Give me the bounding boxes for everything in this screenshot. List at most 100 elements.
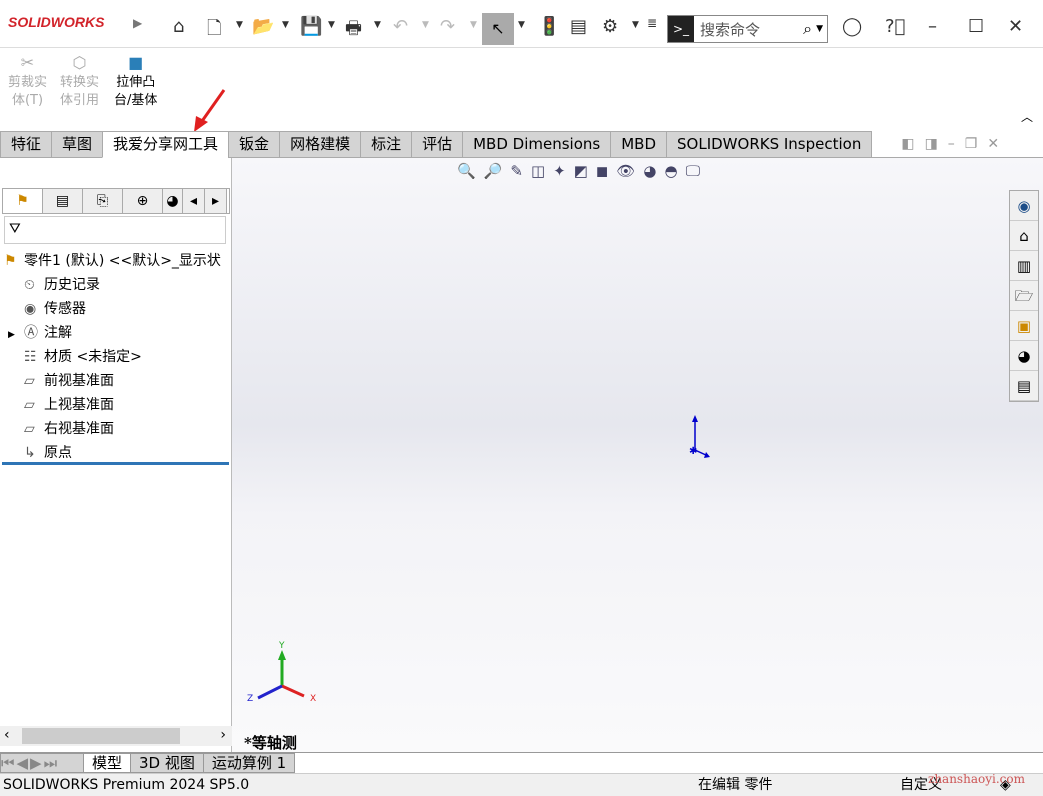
tab-nav-arrows-icon[interactable]: ⏮◀▶⏭ [0,753,84,773]
configuration-tab-icon[interactable]: ⎘ [83,189,123,213]
select-icon[interactable]: ↖ [482,13,514,45]
new-document-icon[interactable]: 🗋 [207,16,221,46]
tree-item-material[interactable]: ☷材质 <未指定> [24,346,142,366]
chevron-down-icon[interactable]: ▼ [470,20,477,30]
label: 台/基体 [114,92,157,110]
label: 上视基准面 [44,397,114,413]
tab-3d-views[interactable]: 3D 视图 [130,753,204,773]
design-library-icon[interactable]: ▥ [1010,251,1038,281]
account-icon[interactable]: ◯ [842,16,862,37]
search-commands-input[interactable]: >_ 搜索命令 ⌕▼ [667,15,828,43]
expand-icon[interactable]: ▶ [8,330,24,340]
custom-properties-icon[interactable]: ▤ [1010,371,1038,401]
scroll-left-icon[interactable]: ‹ [4,727,10,743]
scene-icon[interactable]: ◓ [665,162,686,180]
save-icon[interactable]: 💾 [300,16,322,37]
zoom-area-icon[interactable]: 🔎 [484,162,511,180]
home-icon[interactable]: ⌂ [1010,221,1038,251]
section-view-icon[interactable]: ◫ [531,162,553,180]
feature-tree-tab-icon[interactable]: ⚑ [3,189,43,213]
chevron-down-icon[interactable]: ▼ [236,20,243,30]
help-icon[interactable]: ?⃝ [885,16,905,37]
home-icon[interactable]: ⌂ [173,16,184,37]
scroll-right-icon[interactable]: › [220,727,226,743]
tab-custom-tools[interactable]: 我爱分享网工具 [102,131,229,158]
property-manager-tab-icon[interactable]: ▤ [43,189,83,213]
filter-input[interactable]: ⛛ [4,216,226,244]
chevron-down-icon[interactable]: ▼ [518,20,525,30]
tab-mbd-dimensions[interactable]: MBD Dimensions [462,131,611,158]
annotation-arrow [190,88,230,133]
graphics-viewport[interactable]: 🔍🔎✎◫✦◩◼👁◕◓🖵 ◉ ⌂ ▥ 🗁 ▣ ◕ ▤ ✱ Y X Z *等轴测 [232,158,1043,752]
triad-axes: Y X Z [246,638,326,708]
axis-x-label: X [310,694,316,704]
list-icon[interactable]: ≣ [647,16,657,30]
edit-appearance-icon[interactable]: ◕ [643,162,664,180]
rollback-bar[interactable] [2,462,229,465]
label: 剪裁实 [8,74,47,92]
chevron-down-icon[interactable]: ▼ [374,20,381,30]
tree-item-sensors[interactable]: ◉传感器 [24,298,86,318]
chevron-down-icon[interactable]: ▼ [422,20,429,30]
print-icon[interactable]: 🖶 [345,16,362,46]
window-controls-icon[interactable]: ◧◨–❐✕ [901,131,1009,157]
tab-mbd[interactable]: MBD [610,131,667,158]
file-explorer-icon[interactable]: 🗁 [1010,281,1038,311]
dynamic-annotation-icon[interactable]: ✦ [553,162,574,180]
annotation-icon: Ⓐ [24,322,44,342]
chevron-down-icon[interactable]: ▼ [632,20,639,30]
scroll-left-icon[interactable]: ◂ [183,189,205,213]
maximize-icon[interactable]: ☐ [968,16,984,37]
appearance-tab-icon[interactable]: ◕ [163,189,183,213]
tree-item-right-plane[interactable]: ▱右视基准面 [24,418,114,438]
collapse-ribbon-icon[interactable]: ︿ [1021,108,1033,125]
convert-entities-button[interactable]: ⬡转换实体引用 [60,54,99,110]
chevron-down-icon[interactable]: ▼ [282,20,289,30]
tab-features[interactable]: 特征 [0,131,52,158]
tree-item-annotations[interactable]: ▶Ⓐ注解 [8,322,72,342]
redo-icon[interactable]: ↷ [440,16,455,37]
hide-show-icon[interactable]: 👁 [616,162,643,180]
zoom-to-fit-icon[interactable]: 🔍 [457,162,484,180]
tree-item-front-plane[interactable]: ▱前视基准面 [24,370,114,390]
tab-motion-study[interactable]: 运动算例 1 [203,753,295,773]
tab-mesh-modeling[interactable]: 网格建模 [279,131,361,158]
scroll-thumb[interactable] [22,728,180,744]
view-orientation-icon[interactable]: ◩ [574,162,596,180]
tree-item-history[interactable]: ⏲历史记录 [24,274,100,294]
resources-icon[interactable]: ◉ [1010,191,1038,221]
display-style-icon[interactable]: ◼ [596,162,616,180]
expand-menu-icon[interactable]: ▶ [133,16,142,30]
rebuild-status-icon[interactable]: ◈ [1000,774,1011,796]
tab-model[interactable]: 模型 [83,753,131,773]
previous-view-icon[interactable]: ✎ [510,162,531,180]
tab-evaluate[interactable]: 评估 [411,131,463,158]
tree-item-top-plane[interactable]: ▱上视基准面 [24,394,114,414]
extrude-boss-button[interactable]: ■拉伸凸台/基体 [114,54,157,110]
search-icon[interactable]: ⌕ [803,19,812,39]
open-icon[interactable]: 📂 [252,16,274,37]
tab-sheet-metal[interactable]: 钣金 [228,131,280,158]
tab-sketch[interactable]: 草图 [51,131,103,158]
undo-icon[interactable]: ↶ [393,16,408,37]
close-icon[interactable]: ✕ [1008,16,1023,37]
file-properties-icon[interactable]: ▤ [570,16,587,37]
chevron-down-icon[interactable]: ▼ [816,24,823,34]
scroll-right-icon[interactable]: ▸ [205,189,227,213]
chevron-down-icon[interactable]: ▼ [328,20,335,30]
view-palette-icon[interactable]: ▣ [1010,311,1038,341]
tree-root-part[interactable]: ⚑零件1 (默认) <<默认>_显示状 [4,250,221,270]
tab-inspection[interactable]: SOLIDWORKS Inspection [666,131,872,158]
appearances-icon[interactable]: ◕ [1010,341,1038,371]
horizontal-scrollbar[interactable]: ‹› [0,726,232,746]
bottom-tabs: ⏮◀▶⏭ 模型 3D 视图 运动算例 1 [0,752,1043,773]
tab-markup[interactable]: 标注 [360,131,412,158]
tree-item-origin[interactable]: ↳原点 [24,442,72,462]
trim-bodies-button[interactable]: ✂剪裁实体(T) [8,54,47,110]
minimize-icon[interactable]: – [928,16,937,37]
dimxpert-tab-icon[interactable]: ⊕ [123,189,163,213]
rebuild-icon[interactable]: 🚦 [538,16,560,37]
view-settings-icon[interactable]: 🖵 [686,162,708,180]
options-gear-icon[interactable]: ⚙ [602,16,618,37]
label: 前视基准面 [44,373,114,389]
